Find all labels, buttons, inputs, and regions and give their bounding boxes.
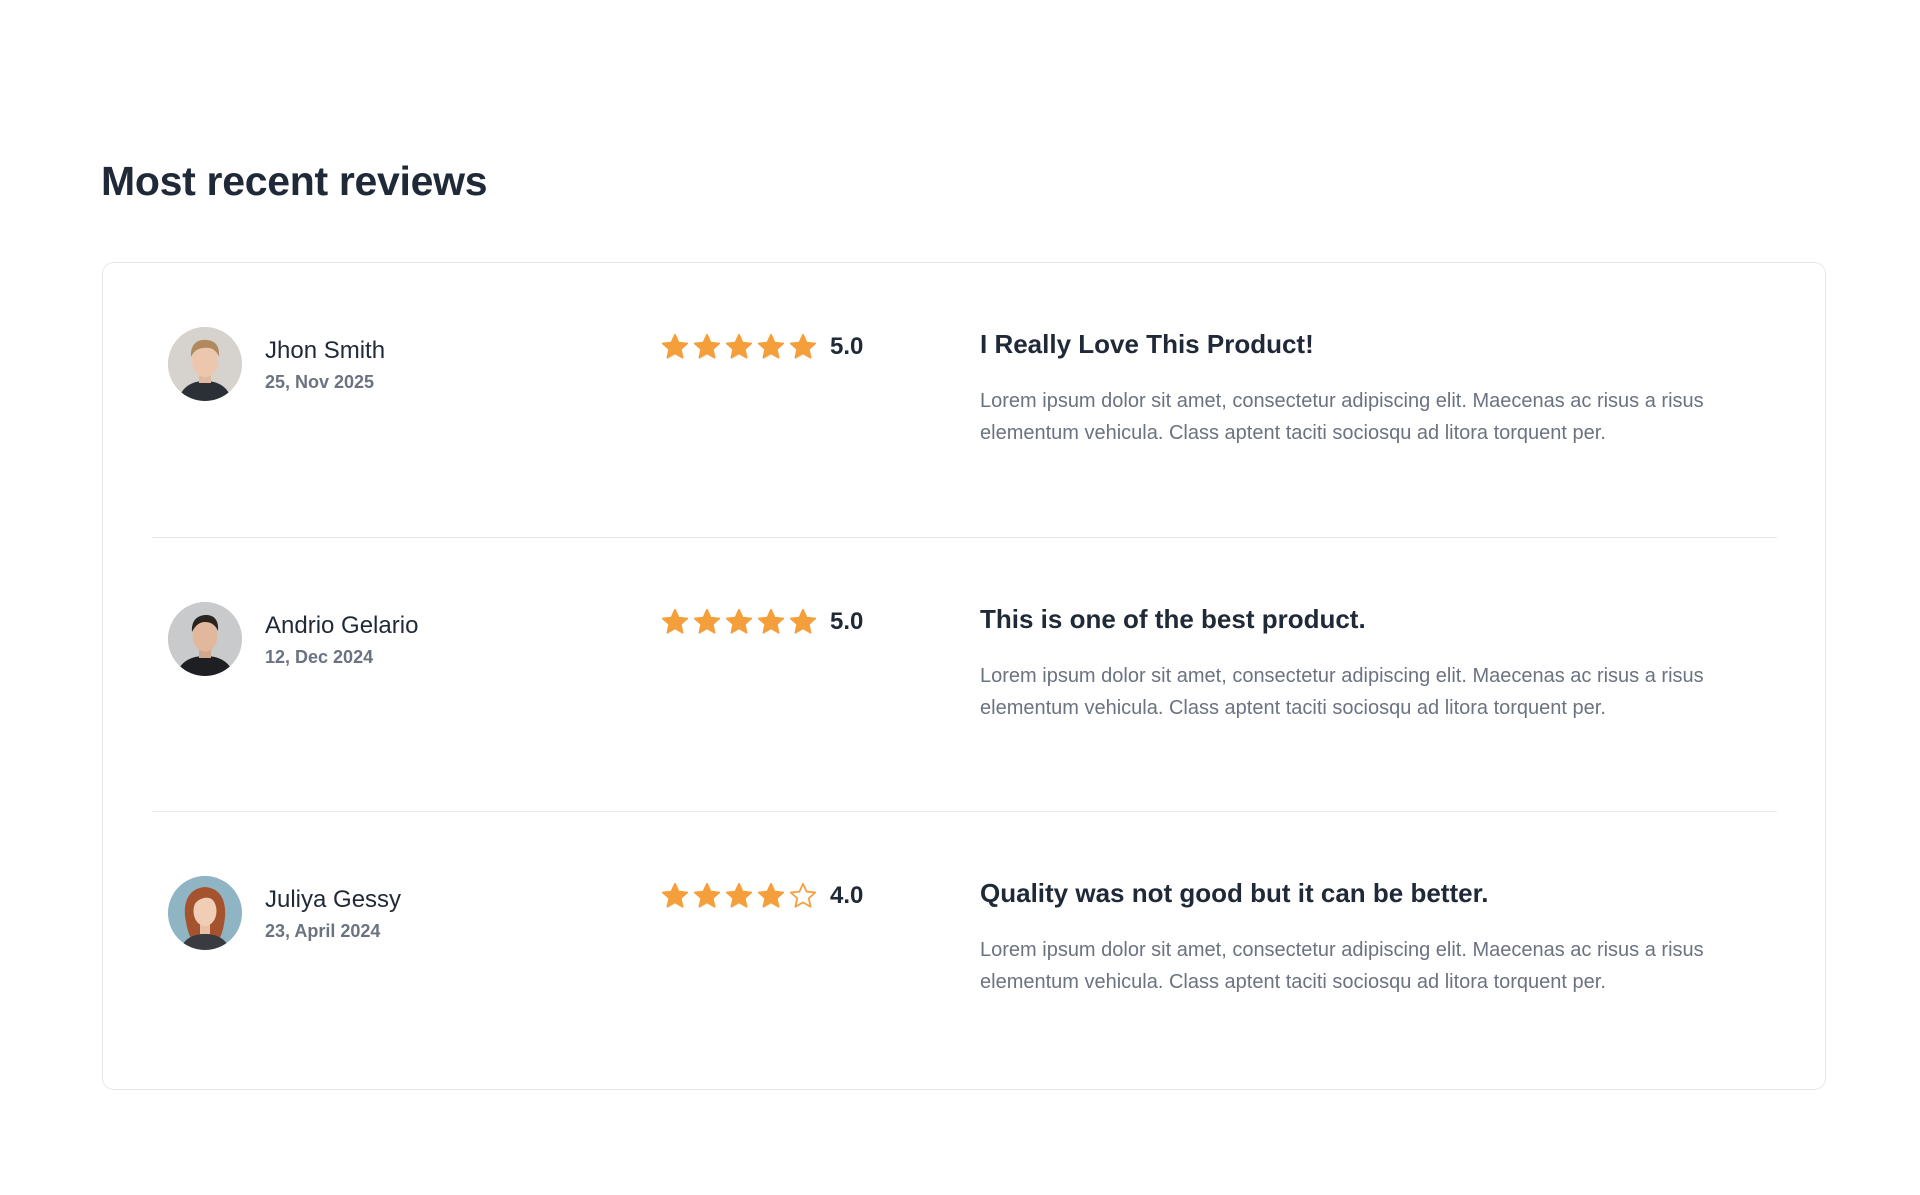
review-body: Lorem ipsum dolor sit amet, consectetur … <box>980 390 1704 444</box>
rating-value: 5.0 <box>830 333 864 360</box>
star-filled-icon <box>788 607 818 637</box>
review-date: 25, Nov 2025 <box>265 372 375 392</box>
star-filled-icon <box>692 332 722 362</box>
reviews-card: Jhon Smith 25, Nov 2025 5.0 I Really Lov… <box>102 262 1826 1090</box>
star-filled-icon <box>660 332 690 362</box>
avatar <box>168 602 242 676</box>
review-item: Andrio Gelario 12, Dec 2024 5.0 This is … <box>152 537 1777 811</box>
avatar-image <box>168 602 242 676</box>
avatar-image <box>168 876 242 950</box>
avatar <box>168 327 242 401</box>
page-title: Most recent reviews <box>101 158 488 204</box>
avatar-image <box>168 327 242 401</box>
star-rating: 5.0 <box>660 606 863 638</box>
star-filled-icon <box>692 607 722 637</box>
star-rating: 4.0 <box>660 880 863 912</box>
star-filled-icon <box>692 881 722 911</box>
reviewer-name: Andrio Gelario <box>265 612 419 639</box>
review-title: This is one of the best product. <box>980 604 1366 634</box>
rating-value: 4.0 <box>830 882 864 909</box>
star-empty-icon <box>788 881 818 911</box>
reviews-page: Most recent reviews Jhon Smith 25, Nov 2… <box>0 0 1920 1195</box>
review-body: Lorem ipsum dolor sit amet, consectetur … <box>980 665 1704 719</box>
review-title: Quality was not good but it can be bette… <box>980 878 1489 908</box>
star-filled-icon <box>756 881 786 911</box>
star-filled-icon <box>724 332 754 362</box>
star-filled-icon <box>660 881 690 911</box>
reviewer-name: Jhon Smith <box>265 337 386 364</box>
review-item: Juliya Gessy 23, April 2024 4.0 Quality … <box>152 811 1777 1085</box>
avatar <box>168 876 242 950</box>
star-filled-icon <box>788 332 818 362</box>
review-body: Lorem ipsum dolor sit amet, consectetur … <box>980 939 1704 993</box>
rating-value: 5.0 <box>830 608 864 635</box>
review-date: 23, April 2024 <box>265 921 381 941</box>
star-filled-icon <box>756 332 786 362</box>
review-date: 12, Dec 2024 <box>265 647 374 667</box>
review-title: I Really Love This Product! <box>980 329 1314 359</box>
reviewer-name: Juliya Gessy <box>265 886 402 913</box>
review-item: Jhon Smith 25, Nov 2025 5.0 I Really Lov… <box>152 263 1777 537</box>
star-filled-icon <box>660 607 690 637</box>
star-filled-icon <box>724 607 754 637</box>
star-filled-icon <box>724 881 754 911</box>
star-filled-icon <box>756 607 786 637</box>
star-rating: 5.0 <box>660 331 863 363</box>
